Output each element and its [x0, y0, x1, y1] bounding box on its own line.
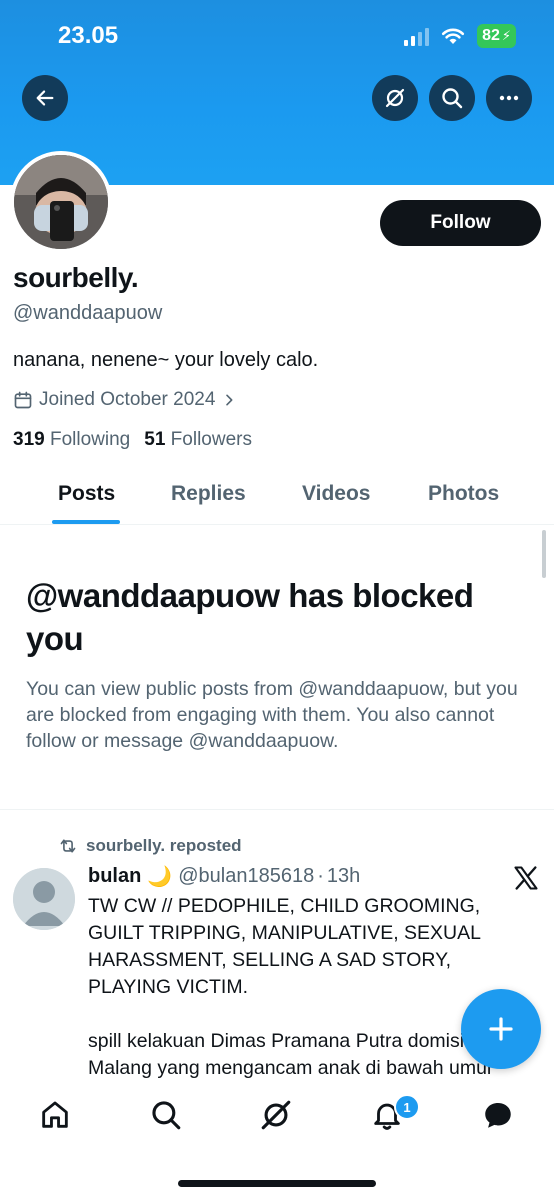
notifications-badge: 1 [394, 1094, 420, 1120]
avatar-image [14, 155, 108, 249]
profile-avatar[interactable] [10, 151, 112, 253]
battery-indicator: 82 ⚡ [477, 24, 516, 48]
active-tab-indicator [52, 520, 120, 524]
post-header: bulan 🌙 @bulan185618 · 13h [88, 864, 360, 889]
plus-icon [489, 1017, 513, 1041]
x-logo-icon [514, 866, 538, 890]
moon-emoji: 🌙 [147, 866, 173, 888]
tab-posts[interactable]: Posts [58, 482, 115, 506]
scrollbar[interactable] [542, 530, 546, 578]
profile-handle: @wanddaapuow [13, 302, 163, 324]
post-author-name[interactable]: bulan [88, 865, 141, 888]
joined-date[interactable]: Joined October 2024 [13, 389, 237, 411]
bottom-navigation: 1 [0, 1082, 554, 1199]
repost-label: sourbelly. reposted [86, 836, 242, 855]
home-icon[interactable] [38, 1098, 72, 1132]
repost-icon [60, 839, 76, 853]
home-indicator [178, 1180, 376, 1187]
search-button[interactable] [429, 75, 475, 121]
status-time: 23.05 [58, 22, 119, 49]
back-button[interactable] [22, 75, 68, 121]
followers-link[interactable]: 51 Followers [144, 429, 252, 451]
compose-button[interactable] [461, 989, 541, 1069]
more-button[interactable] [486, 75, 532, 121]
follow-counts: 319 Following 51 Followers [13, 429, 252, 451]
joined-label: Joined October 2024 [39, 389, 216, 410]
status-icons: 82 ⚡ [404, 24, 516, 48]
search-icon[interactable] [149, 1098, 183, 1132]
grok-button[interactable] [372, 75, 418, 121]
tab-replies[interactable]: Replies [171, 482, 246, 506]
tab-photos[interactable]: Photos [428, 482, 499, 506]
calendar-icon [14, 391, 32, 409]
post-text: TW CW // PEDOPHILE, CHILD GROOMING, GUIL… [88, 895, 494, 1079]
signal-icon [404, 26, 430, 46]
grok-icon[interactable] [259, 1098, 293, 1132]
post-author-handle[interactable]: @bulan185618 [178, 865, 314, 888]
repost-header: sourbelly. reposted [58, 836, 242, 856]
back-icon [36, 90, 54, 106]
blocked-description: You can view public posts from @wanddaap… [26, 678, 518, 752]
divider [0, 809, 554, 810]
grok-icon [385, 88, 405, 108]
follow-button[interactable]: Follow [380, 200, 541, 246]
post-separator: · [317, 865, 324, 887]
profile-tabs: Posts Replies Videos Photos [0, 468, 554, 525]
search-icon [442, 88, 463, 109]
post-time[interactable]: 13h [327, 865, 360, 888]
post-author-avatar[interactable] [13, 868, 75, 930]
default-avatar-icon [13, 868, 75, 930]
messages-icon[interactable] [481, 1098, 515, 1132]
profile-bio: nanana, nenene~ your lovely calo. [13, 349, 319, 371]
following-link[interactable]: 319 Following [13, 429, 130, 451]
blocked-title: @wanddaapuow has blocked you [26, 577, 474, 657]
profile-name: sourbelly. [13, 262, 139, 293]
chevron-right-icon [226, 394, 233, 406]
more-icon [499, 95, 519, 101]
tab-videos[interactable]: Videos [302, 482, 370, 506]
wifi-icon [441, 28, 465, 44]
